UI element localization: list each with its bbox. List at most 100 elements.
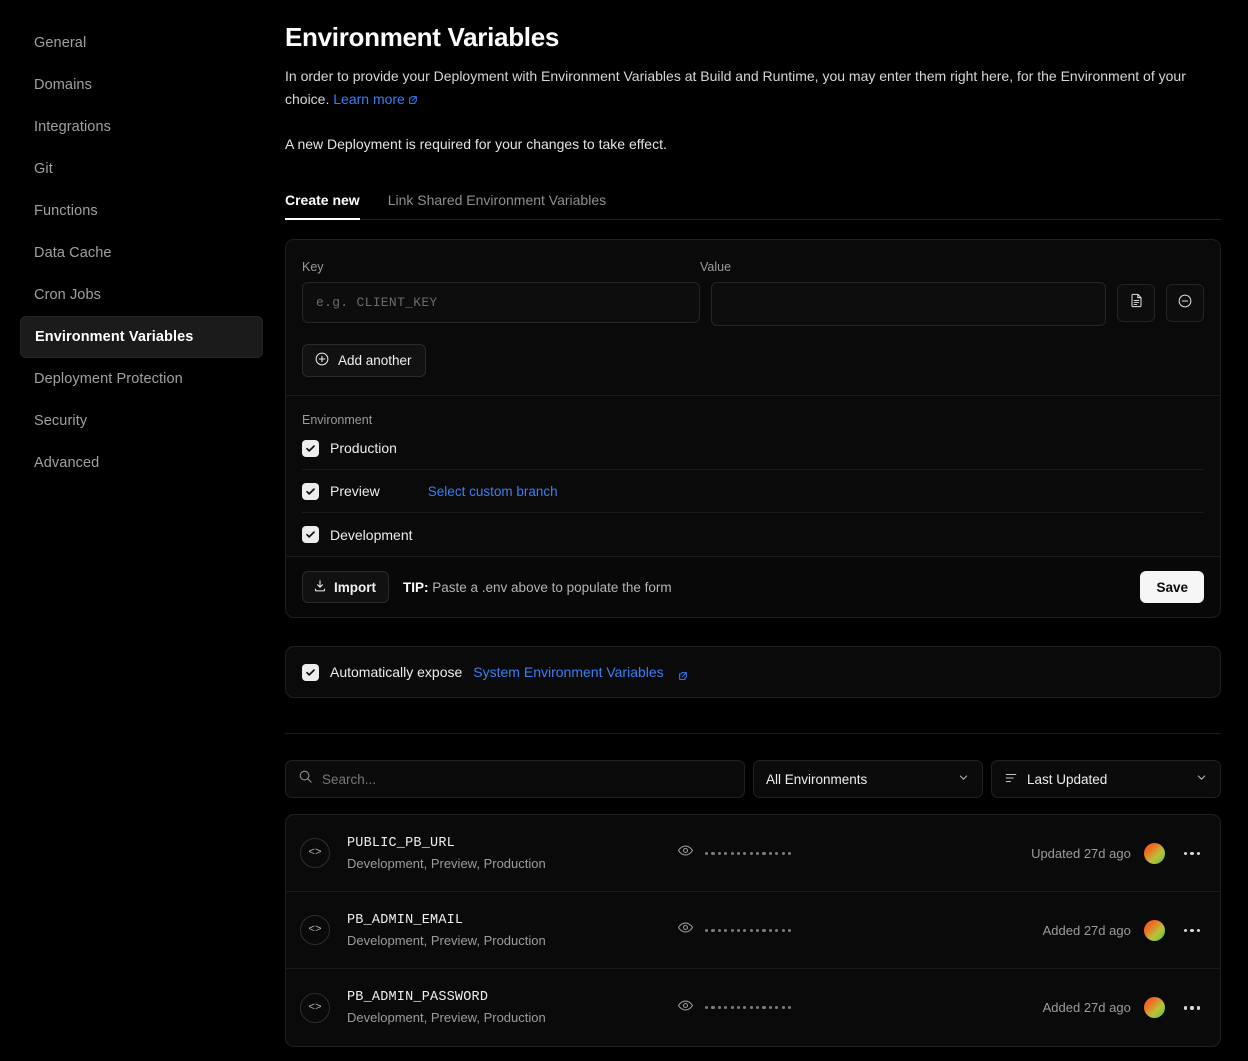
- variable-value: [677, 919, 1043, 941]
- plus-circle-icon: [314, 351, 330, 370]
- avatar: [1144, 843, 1165, 864]
- tab-create-new[interactable]: Create new: [285, 192, 360, 219]
- minus-circle-icon: [1177, 293, 1193, 314]
- value-input[interactable]: [711, 282, 1106, 326]
- checkbox-development[interactable]: [302, 526, 319, 543]
- eye-icon[interactable]: [677, 919, 694, 941]
- paste-from-file-button[interactable]: [1117, 284, 1155, 322]
- main-content: Environment Variables In order to provid…: [285, 0, 1248, 1061]
- sidebar-item-deployment-protection[interactable]: Deployment Protection: [20, 358, 263, 400]
- sidebar-item-data-cache[interactable]: Data Cache: [20, 232, 263, 274]
- create-card-footer: Import TIP: Paste a .env above to popula…: [286, 556, 1220, 617]
- system-env-vars-link[interactable]: System Environment Variables: [473, 664, 663, 680]
- add-another-button[interactable]: Add another: [302, 344, 426, 377]
- external-link-icon: [408, 89, 418, 99]
- variables-list: <> PUBLIC_PB_URL Development, Preview, Pro…: [285, 814, 1221, 1047]
- expose-system-vars-checkbox[interactable]: [302, 664, 319, 681]
- variable-row[interactable]: <>PB_ADMIN_EMAILDevelopment, Preview, Pr…: [286, 892, 1220, 969]
- sort-icon: [1004, 771, 1018, 788]
- avatar: [1144, 997, 1165, 1018]
- variable-name: PB_ADMIN_PASSWORD: [347, 990, 677, 1005]
- environment-row-development: Development: [302, 513, 1204, 556]
- select-custom-branch-link[interactable]: Select custom branch: [428, 484, 558, 499]
- code-icon: <>: [300, 915, 330, 945]
- settings-sidebar: GeneralDomainsIntegrationsGitFunctionsDa…: [0, 0, 285, 1061]
- row-menu-button[interactable]: [1182, 1000, 1202, 1015]
- key-input[interactable]: [302, 282, 700, 323]
- tab-bar: Create new Link Shared Environment Variab…: [285, 192, 1221, 220]
- variables-toolbar: All Environments Last Updated: [285, 760, 1221, 798]
- sidebar-item-general[interactable]: General: [20, 22, 263, 64]
- search-input[interactable]: [322, 772, 732, 787]
- key-value-section: Key Value: [286, 240, 1220, 395]
- masked-value: [705, 1006, 791, 1009]
- page-description: In order to provide your Deployment with…: [285, 65, 1220, 110]
- environment-label-development: Development: [330, 527, 413, 543]
- sidebar-item-git[interactable]: Git: [20, 148, 263, 190]
- code-icon: <>: [300, 838, 330, 868]
- sidebar-item-security[interactable]: Security: [20, 400, 263, 442]
- variable-row[interactable]: <> PUBLIC_PB_URL Development, Preview, Pro…: [286, 815, 1220, 892]
- chevron-down-icon-2: [1195, 771, 1208, 787]
- variable-value: [677, 997, 1043, 1019]
- content-separator: [285, 733, 1221, 734]
- import-button[interactable]: Import: [302, 571, 389, 603]
- learn-more-link[interactable]: Learn more: [333, 91, 405, 107]
- variable-row[interactable]: <> PB_ADMIN_PASSWORD Development, Preview,…: [286, 969, 1220, 1046]
- create-variable-card: Key Value: [285, 239, 1221, 618]
- download-icon: [313, 579, 327, 596]
- tip-prefix: TIP:: [403, 580, 429, 595]
- environment-label-preview: Preview: [330, 483, 380, 499]
- search-icon: [298, 769, 313, 789]
- avatar: [1144, 920, 1165, 941]
- key-value-row: [302, 282, 1204, 326]
- variable-timestamp: Added 27d ago: [1043, 1000, 1131, 1015]
- expose-label: Automatically expose: [330, 664, 462, 680]
- sidebar-item-functions[interactable]: Functions: [20, 190, 263, 232]
- tab-link-shared-environment-variables[interactable]: Link Shared Environment Variables: [388, 192, 606, 219]
- key-label: Key: [302, 260, 700, 274]
- sidebar-item-environment-variables[interactable]: Environment Variables: [20, 316, 263, 358]
- masked-value: [705, 852, 791, 855]
- chevron-down-icon: [957, 771, 970, 787]
- env-vars-page: GeneralDomainsIntegrationsGitFunctionsDa…: [0, 0, 1248, 1061]
- checkbox-preview[interactable]: [302, 483, 319, 500]
- eye-icon[interactable]: [677, 997, 694, 1019]
- external-link-icon-2: [678, 668, 688, 678]
- search-box[interactable]: [285, 760, 745, 798]
- sidebar-item-cron-jobs[interactable]: Cron Jobs: [20, 274, 263, 316]
- add-another-label: Add another: [338, 353, 412, 368]
- environment-checkbox-list: Production Preview Select custom branch Dev…: [286, 427, 1220, 556]
- sort-label: Last Updated: [1027, 772, 1107, 787]
- row-menu-button[interactable]: [1182, 846, 1202, 861]
- sidebar-item-domains[interactable]: Domains: [20, 64, 263, 106]
- tip-text: Paste a .env above to populate the form: [429, 580, 672, 595]
- import-tip: TIP: Paste a .env above to populate the …: [403, 580, 672, 595]
- variable-meta: PB_ADMIN_PASSWORD Development, Preview, P…: [347, 990, 677, 1025]
- deployment-notice: A new Deployment is required for your ch…: [285, 136, 1220, 152]
- variable-value: [677, 842, 1031, 864]
- save-button[interactable]: Save: [1140, 571, 1204, 603]
- checkbox-production[interactable]: [302, 440, 319, 457]
- variable-environments: Development, Preview, Production: [347, 933, 677, 948]
- expose-system-vars-card: Automatically expose System Environment …: [285, 646, 1221, 698]
- environment-filter-select[interactable]: All Environments: [753, 760, 983, 798]
- page-description-text: In order to provide your Deployment with…: [285, 68, 1186, 107]
- import-label: Import: [334, 580, 376, 595]
- sidebar-item-integrations[interactable]: Integrations: [20, 106, 263, 148]
- value-label: Value: [700, 260, 1204, 274]
- environment-row-production: Production: [302, 427, 1204, 470]
- sort-select[interactable]: Last Updated: [991, 760, 1221, 798]
- eye-icon[interactable]: [677, 842, 694, 864]
- code-icon: <>: [300, 993, 330, 1023]
- variable-environments: Development, Preview, Production: [347, 856, 677, 871]
- variable-environments: Development, Preview, Production: [347, 1010, 677, 1025]
- remove-row-button[interactable]: [1166, 284, 1204, 322]
- page-title: Environment Variables: [285, 22, 1220, 53]
- row-menu-button[interactable]: [1182, 923, 1202, 938]
- variable-timestamp: Added 27d ago: [1043, 923, 1131, 938]
- environment-section-label: Environment: [286, 396, 1220, 427]
- variable-name: PUBLIC_PB_URL: [347, 836, 677, 851]
- environment-row-preview: Preview Select custom branch: [302, 470, 1204, 513]
- sidebar-item-advanced[interactable]: Advanced: [20, 442, 263, 484]
